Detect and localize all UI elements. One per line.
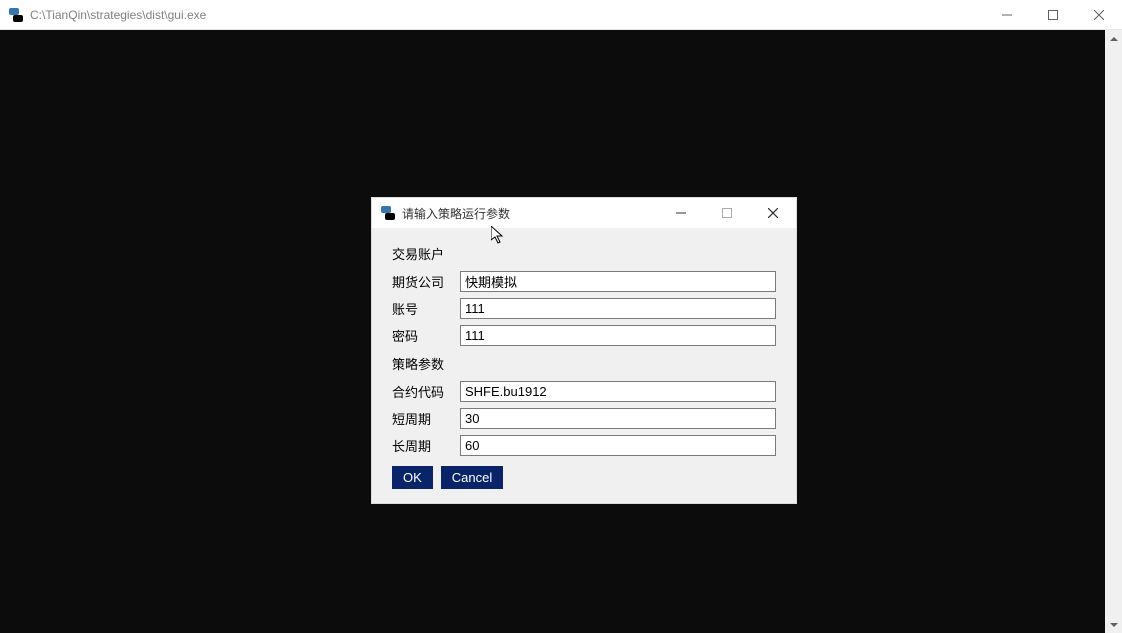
label-account: 账号 — [392, 299, 460, 318]
input-symbol[interactable] — [460, 381, 776, 402]
row-symbol: 合约代码 — [392, 381, 776, 402]
maximize-button[interactable] — [1030, 0, 1076, 30]
input-long-period[interactable] — [460, 435, 776, 456]
input-broker[interactable] — [460, 271, 776, 292]
label-symbol: 合约代码 — [392, 382, 460, 401]
scroll-up-button[interactable] — [1105, 30, 1122, 47]
ok-button[interactable]: OK — [392, 466, 433, 489]
minimize-button[interactable] — [984, 0, 1030, 30]
scroll-down-button[interactable] — [1105, 616, 1122, 633]
row-short-period: 短周期 — [392, 408, 776, 429]
vertical-scrollbar[interactable] — [1105, 30, 1122, 633]
close-button[interactable] — [1076, 0, 1122, 30]
dialog-title: 请输入策略运行参数 — [402, 205, 658, 222]
parameter-dialog: 请输入策略运行参数 交易账户 期货公司 账号 密码 策略参数 — [371, 197, 797, 504]
input-password[interactable] — [460, 325, 776, 346]
row-password: 密码 — [392, 325, 776, 346]
row-account: 账号 — [392, 298, 776, 319]
dialog-close-button[interactable] — [750, 198, 796, 228]
python-icon — [8, 7, 24, 23]
label-short-period: 短周期 — [392, 409, 460, 428]
label-password: 密码 — [392, 326, 460, 345]
dialog-maximize-button[interactable] — [704, 198, 750, 228]
python-icon — [380, 205, 396, 221]
dialog-button-row: OK Cancel — [392, 466, 776, 489]
dialog-titlebar: 请输入策略运行参数 — [372, 198, 796, 228]
section-strategy-label: 策略参数 — [392, 354, 776, 373]
cancel-button[interactable]: Cancel — [441, 466, 503, 489]
input-account[interactable] — [460, 298, 776, 319]
input-short-period[interactable] — [460, 408, 776, 429]
row-long-period: 长周期 — [392, 435, 776, 456]
main-titlebar: C:\TianQin\strategies\dist\gui.exe — [0, 0, 1122, 30]
label-broker: 期货公司 — [392, 272, 460, 291]
row-broker: 期货公司 — [392, 271, 776, 292]
window-title: C:\TianQin\strategies\dist\gui.exe — [30, 8, 984, 22]
section-account-label: 交易账户 — [392, 244, 776, 263]
dialog-minimize-button[interactable] — [658, 198, 704, 228]
label-long-period: 长周期 — [392, 436, 460, 455]
dialog-body: 交易账户 期货公司 账号 密码 策略参数 合约代码 短周期 长周期 OK — [372, 228, 796, 503]
